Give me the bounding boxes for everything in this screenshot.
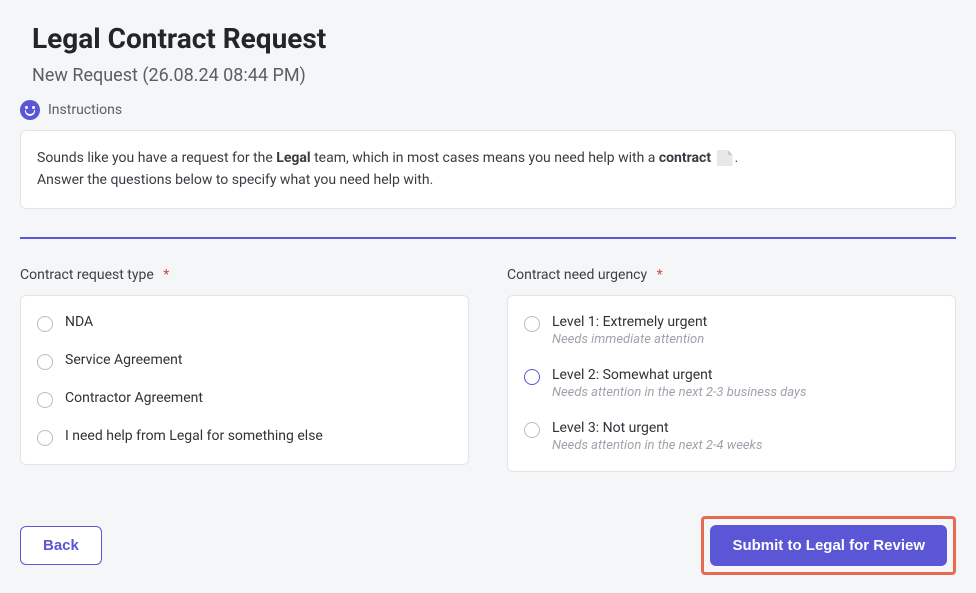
radio-icon (524, 316, 540, 332)
radio-icon (524, 369, 540, 385)
urgency-options: Level 1: Extremely urgent Needs immediat… (507, 295, 956, 472)
urgency-label: Contract need urgency * (507, 267, 956, 283)
section-divider (20, 237, 956, 239)
page-subtitle: New Request (26.08.24 08:44 PM) (32, 65, 956, 86)
smile-icon (20, 100, 40, 120)
submit-highlight: Submit to Legal for Review (701, 516, 956, 575)
radio-label: Contractor Agreement (65, 390, 203, 406)
submit-button[interactable]: Submit to Legal for Review (710, 525, 947, 566)
instructions-card: Sounds like you have a request for the L… (20, 130, 956, 209)
form-footer: Back Submit to Legal for Review (0, 516, 976, 575)
required-marker: * (657, 267, 663, 283)
radio-label: Level 1: Extremely urgent (552, 314, 707, 330)
radio-label: I need help from Legal for something els… (65, 428, 323, 444)
radio-sublabel: Needs attention in the next 2-4 weeks (552, 438, 762, 453)
instructions-text: . (735, 150, 739, 166)
contract-type-label: Contract request type * (20, 267, 469, 283)
back-button[interactable]: Back (20, 526, 102, 565)
radio-label: Level 2: Somewhat urgent (552, 367, 807, 383)
field-label-text: Contract need urgency (507, 267, 647, 283)
radio-option-service-agreement[interactable]: Service Agreement (25, 342, 464, 380)
radio-label: Level 3: Not urgent (552, 420, 762, 436)
field-label-text: Contract request type (20, 267, 154, 283)
radio-icon (37, 430, 53, 446)
radio-icon (37, 316, 53, 332)
instructions-text: Sounds like you have a request for the (37, 150, 276, 166)
page-title: Legal Contract Request (32, 22, 956, 55)
instructions-text: team, which in most cases means you need… (311, 150, 659, 166)
radio-label: Service Agreement (65, 352, 182, 368)
radio-option-urgency-1[interactable]: Level 1: Extremely urgent Needs immediat… (512, 304, 951, 357)
instructions-bold-contract: contract (659, 150, 711, 166)
radio-icon (37, 354, 53, 370)
radio-option-contractor-agreement[interactable]: Contractor Agreement (25, 380, 464, 418)
radio-option-nda[interactable]: NDA (25, 304, 464, 342)
radio-option-urgency-2[interactable]: Level 2: Somewhat urgent Needs attention… (512, 357, 951, 410)
instructions-heading: Instructions (20, 100, 956, 120)
radio-label: NDA (65, 314, 93, 330)
radio-sublabel: Needs attention in the next 2-3 business… (552, 385, 807, 400)
radio-option-urgency-3[interactable]: Level 3: Not urgent Needs attention in t… (512, 410, 951, 463)
contract-type-group: Contract request type * NDA Service Agre… (20, 267, 469, 472)
required-marker: * (163, 267, 169, 283)
urgency-group: Contract need urgency * Level 1: Extreme… (507, 267, 956, 472)
instructions-label: Instructions (48, 102, 122, 118)
contract-type-options: NDA Service Agreement Contractor Agreeme… (20, 295, 469, 465)
form-page: Legal Contract Request New Request (26.0… (0, 0, 976, 472)
radio-icon (524, 422, 540, 438)
instructions-bold-legal: Legal (276, 150, 310, 166)
radio-option-other[interactable]: I need help from Legal for something els… (25, 418, 464, 456)
form-fields: Contract request type * NDA Service Agre… (20, 267, 956, 472)
radio-icon (37, 392, 53, 408)
document-icon (717, 150, 733, 166)
instructions-text: Answer the questions below to specify wh… (37, 169, 939, 191)
radio-sublabel: Needs immediate attention (552, 332, 707, 347)
